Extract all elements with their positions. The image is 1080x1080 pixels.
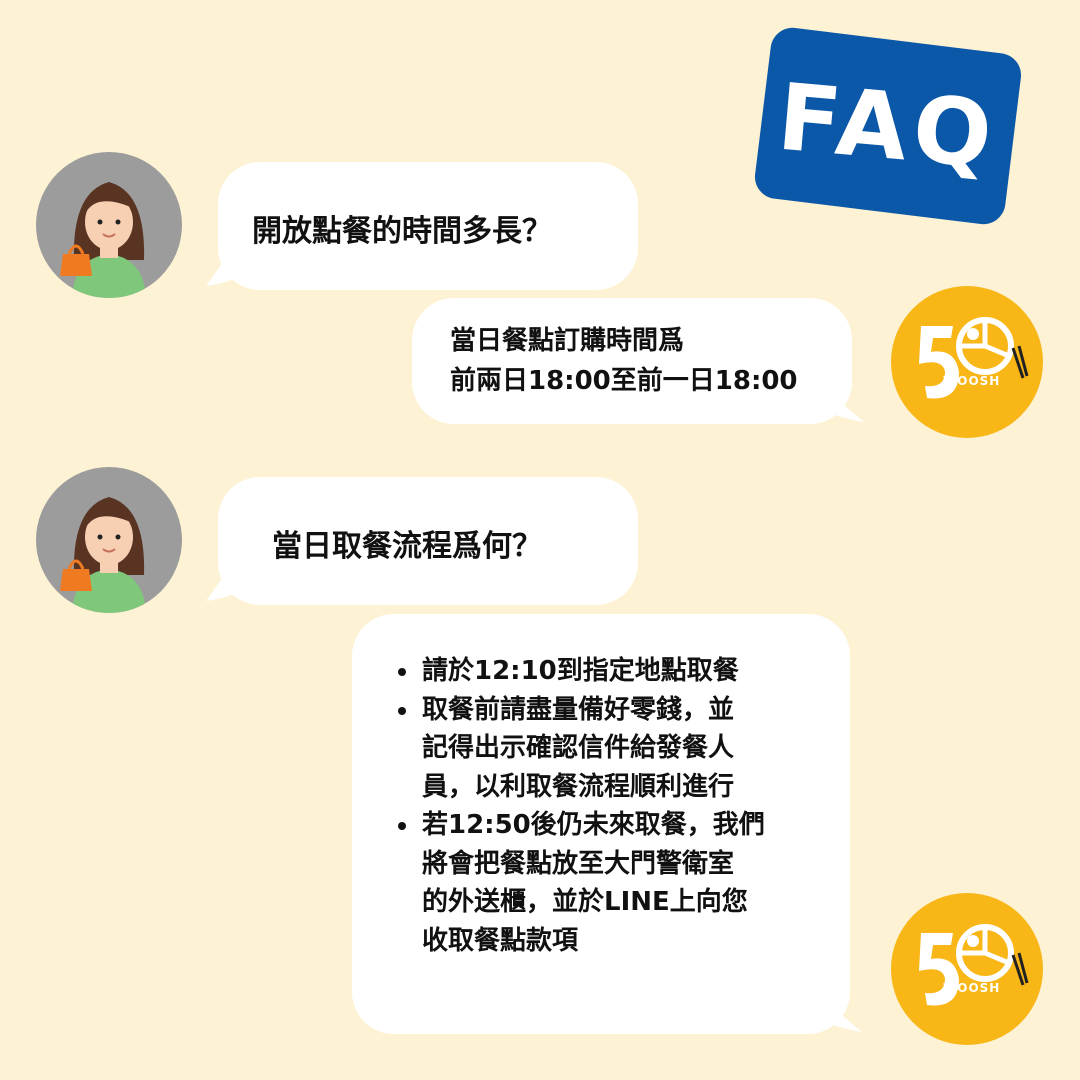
list-item: 請於12:10到指定地點取餐: [398, 652, 765, 691]
faq-badge: FAQ: [752, 25, 1024, 227]
woosh-logo-icon: [919, 924, 1029, 1006]
answer-line: 前兩日18:00至前一日18:00: [450, 366, 798, 396]
bubble-tail: [818, 998, 862, 1032]
faq-label: FAQ: [773, 63, 1003, 189]
logo-wordmark: WOOSH: [943, 374, 1001, 388]
answer-bubble-1: 當日餐點訂購時間爲 前兩日18:00至前一日18:00: [412, 298, 852, 424]
answer-line: 當日餐點訂購時間爲: [450, 326, 685, 356]
woosh-logo: WOOSH: [891, 893, 1043, 1045]
bubble-tail: [206, 252, 258, 286]
question-bubble-2: 當日取餐流程爲何？: [218, 477, 638, 605]
question-bubble-1: 開放點餐的時間多長？: [218, 162, 638, 290]
woman-avatar-icon: [36, 467, 182, 613]
answer-bubble-2: 請於12:10到指定地點取餐 取餐前請盡量備好零錢，並 記得出示確認信件給發餐人…: [352, 614, 850, 1034]
logo-wordmark: WOOSH: [943, 981, 1001, 995]
bubble-tail: [206, 567, 258, 601]
customer-avatar: [36, 152, 182, 298]
list-item: 若12:50後仍未來取餐，我們 將會把餐點放至大門警衛室 的外送櫃，並於LINE…: [398, 806, 765, 960]
answer-bullet-list: 請於12:10到指定地點取餐 取餐前請盡量備好零錢，並 記得出示確認信件給發餐人…: [398, 652, 765, 960]
woman-avatar-icon: [36, 152, 182, 298]
question-text: 開放點餐的時間多長？: [252, 214, 552, 249]
woosh-logo-icon: [919, 317, 1029, 399]
bubble-tail: [820, 388, 864, 422]
customer-avatar: [36, 467, 182, 613]
woosh-logo: WOOSH: [891, 286, 1043, 438]
list-item: 取餐前請盡量備好零錢，並 記得出示確認信件給發餐人 員，以利取餐流程順利進行: [398, 691, 765, 807]
question-text: 當日取餐流程爲何？: [272, 529, 542, 564]
